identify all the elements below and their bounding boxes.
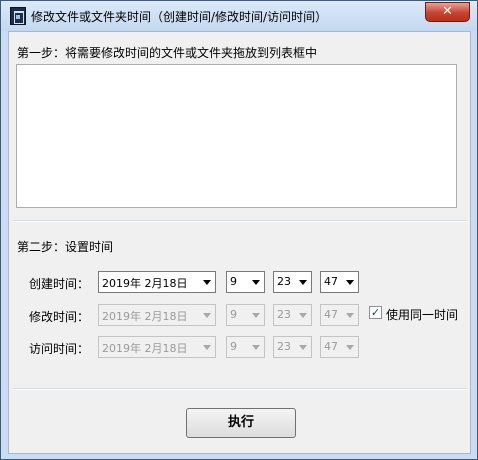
chevron-down-icon — [299, 313, 307, 318]
modify-minute-select: 23 — [273, 304, 312, 326]
create-minute-select[interactable]: 23 — [273, 271, 312, 293]
step1-label: 第一步：将需要修改时间的文件或文件夹拖放到列表框中 — [17, 44, 320, 61]
chevron-down-icon[interactable] — [203, 280, 211, 285]
chevron-down-icon — [299, 345, 307, 350]
create-hour-value: 9 — [230, 275, 237, 288]
modify-minute-value: 23 — [277, 308, 291, 321]
modify-date-value: 2019年 2月18日 — [102, 310, 188, 323]
main-window: 修改文件或文件夹时间（创建时间/修改时间/访问时间） ✕ 第一步：将需要修改时间… — [0, 0, 478, 460]
access-second-select: 47 — [320, 336, 359, 358]
access-hour-select: 9 — [226, 336, 265, 358]
close-button[interactable]: ✕ — [425, 2, 470, 22]
execute-button[interactable]: 执行 — [186, 408, 296, 438]
chevron-down-icon — [346, 313, 354, 318]
create-date-picker[interactable]: 2019年 2月18日 — [98, 271, 216, 293]
modify-date-picker: 2019年 2月18日 — [98, 304, 216, 326]
create-hour-select[interactable]: 9 — [226, 271, 265, 293]
chevron-down-icon[interactable] — [299, 280, 307, 285]
window-title: 修改文件或文件夹时间（创建时间/修改时间/访问时间） — [31, 10, 328, 24]
chevron-down-icon — [346, 345, 354, 350]
separator — [12, 220, 468, 222]
modify-second-select: 47 — [320, 304, 359, 326]
modify-second-value: 47 — [324, 308, 338, 321]
chevron-down-icon[interactable] — [252, 280, 260, 285]
create-second-select[interactable]: 47 — [320, 271, 359, 293]
access-minute-value: 23 — [277, 340, 291, 353]
access-time-label: 访问时间： — [29, 342, 90, 356]
app-icon — [10, 7, 26, 25]
same-time-label[interactable]: 使用同一时间 — [386, 306, 458, 323]
access-second-value: 47 — [324, 340, 338, 353]
chevron-down-icon — [252, 313, 260, 318]
modify-hour-select: 9 — [226, 304, 265, 326]
access-hour-value: 9 — [230, 340, 237, 353]
access-date-picker: 2019年 2月18日 — [98, 336, 216, 358]
chevron-down-icon — [252, 345, 260, 350]
dialog-body: 第一步：将需要修改时间的文件或文件夹拖放到列表框中 第二步：设置时间 创建时间：… — [8, 31, 471, 454]
chevron-down-icon[interactable] — [346, 280, 354, 285]
same-time-checkbox[interactable]: ✓ — [369, 306, 382, 319]
title-bar[interactable]: 修改文件或文件夹时间（创建时间/修改时间/访问时间） ✕ — [1, 1, 477, 31]
chevron-down-icon — [203, 313, 211, 318]
step2-label: 第二步：设置时间 — [17, 238, 116, 255]
create-date-value: 2019年 2月18日 — [102, 277, 188, 290]
separator — [12, 388, 468, 390]
access-date-value: 2019年 2月18日 — [102, 342, 188, 355]
modify-time-label: 修改时间： — [29, 310, 90, 324]
create-time-label: 创建时间： — [29, 277, 90, 291]
access-minute-select: 23 — [273, 336, 312, 358]
create-minute-value: 23 — [277, 275, 291, 288]
file-drop-list[interactable] — [16, 64, 457, 208]
chevron-down-icon — [203, 345, 211, 350]
modify-hour-value: 9 — [230, 308, 237, 321]
create-second-value: 47 — [324, 275, 338, 288]
